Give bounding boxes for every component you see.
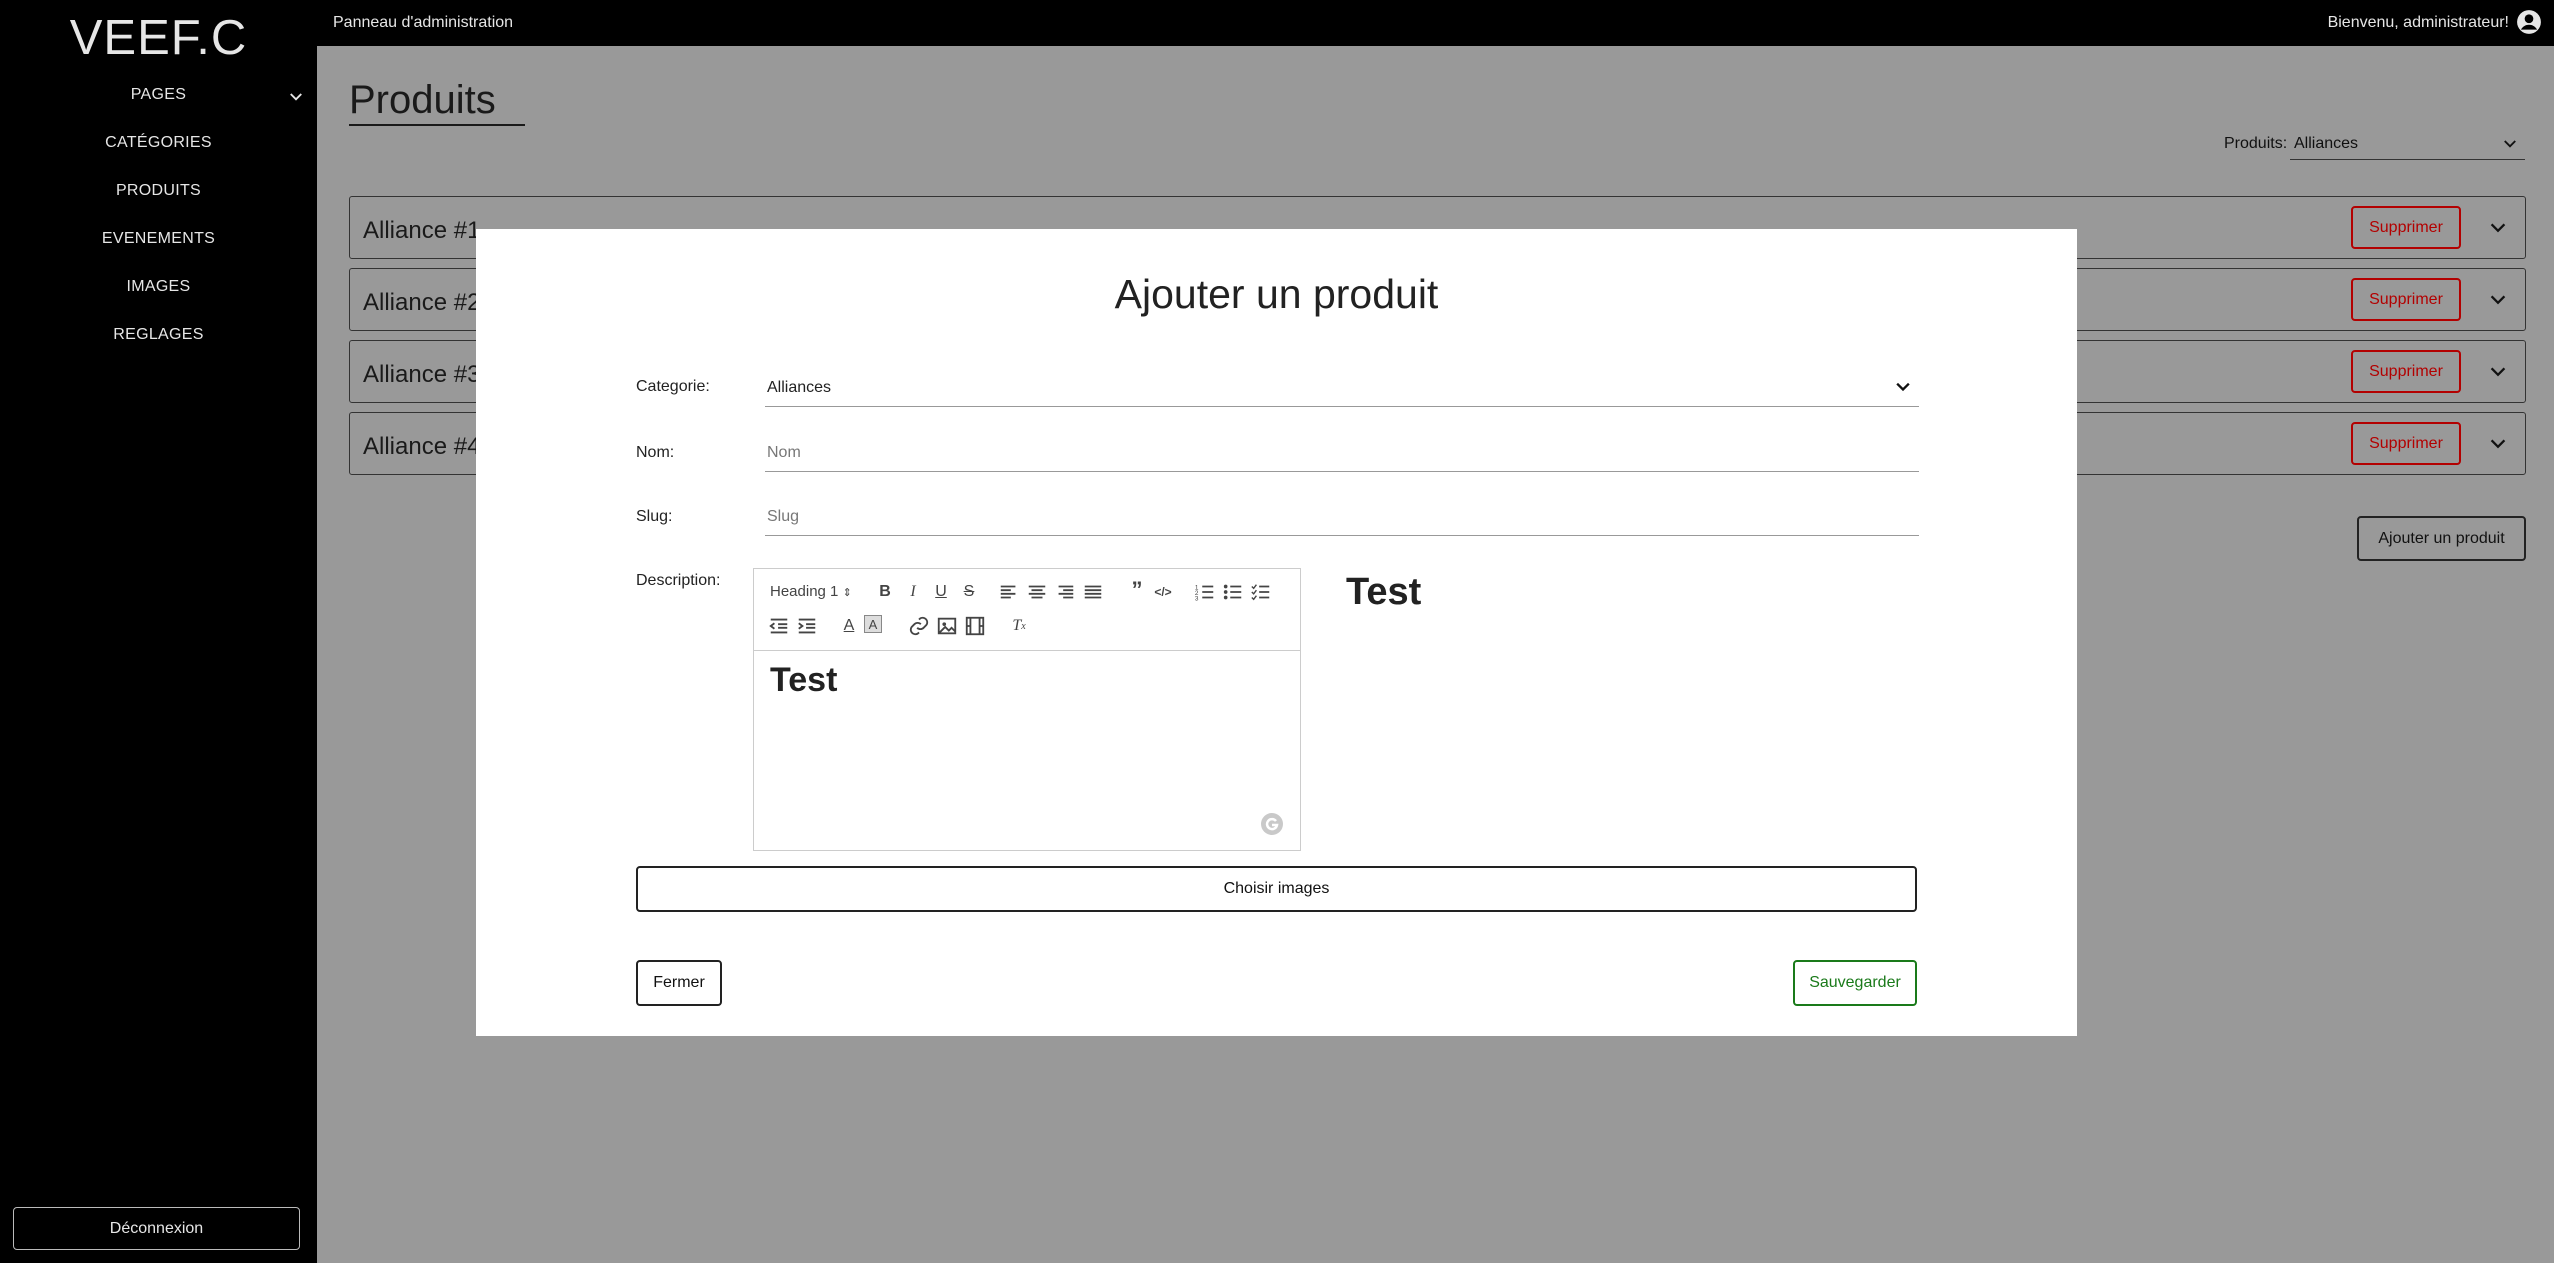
sidebar: VEEF.C PAGES CATÉGORIES PRODUITS EVENEME…	[0, 0, 317, 1263]
sidebar-item-label: EVENEMENTS	[101, 230, 216, 247]
bold-icon[interactable]: B	[874, 581, 896, 603]
align-left-icon[interactable]	[998, 581, 1020, 603]
topbar-title: Panneau d'administration	[333, 14, 514, 31]
description-label: Description:	[636, 572, 721, 589]
sidebar-item-images[interactable]: IMAGES	[0, 278, 317, 296]
heading-select[interactable]: Heading 1 ⇕	[770, 583, 852, 600]
filter-label: Produits:	[2224, 135, 2288, 152]
bullet-list-icon[interactable]	[1222, 581, 1244, 603]
save-button[interactable]: Sauvegarder	[1793, 960, 1917, 1006]
logo: VEEF.C	[69, 11, 248, 65]
strikethrough-icon[interactable]: S	[958, 581, 980, 603]
slug-input[interactable]: Slug	[765, 496, 1919, 536]
modal-title: Ajouter un produit	[1114, 271, 1439, 317]
checklist-icon[interactable]	[1250, 581, 1272, 603]
name-label: Nom:	[636, 444, 675, 461]
sidebar-item-products[interactable]: PRODUITS	[0, 182, 317, 200]
sidebar-item-label: PRODUITS	[115, 182, 202, 199]
delete-button[interactable]: Supprimer	[2351, 350, 2461, 393]
text-color-icon[interactable]: A	[838, 615, 860, 637]
topbar: Panneau d'administration Bienvenu, admin…	[317, 0, 2554, 46]
chevron-down-icon[interactable]	[2487, 217, 2509, 239]
chevron-down-icon[interactable]	[2487, 289, 2509, 311]
chevron-down-icon[interactable]	[2487, 433, 2509, 455]
category-select[interactable]: Alliances	[765, 367, 1919, 407]
sidebar-item-label: CATÉGORIES	[105, 134, 212, 151]
link-icon[interactable]	[908, 615, 930, 637]
add-product-modal: Ajouter un produit Categorie: Alliances …	[476, 229, 2077, 1036]
code-icon[interactable]: </>	[1152, 581, 1174, 603]
heading-select-value: Heading 1	[770, 583, 839, 600]
delete-button[interactable]: Supprimer	[2351, 422, 2461, 465]
chevron-down-icon	[1896, 382, 1910, 392]
title-underline	[349, 124, 525, 126]
clear-format-icon[interactable]: Tx	[1008, 615, 1030, 637]
ordered-list-icon[interactable]: 123	[1194, 581, 1216, 603]
highlight-color-icon[interactable]: A	[864, 615, 882, 633]
product-name: Alliance #1	[363, 217, 481, 244]
close-button[interactable]: Fermer	[636, 960, 722, 1006]
filter-value: Alliances	[2294, 135, 2359, 152]
user-circle-icon[interactable]	[2516, 9, 2542, 35]
page-title: Produits	[349, 78, 496, 122]
product-filter-select[interactable]: Alliances	[2290, 128, 2525, 160]
category-value: Alliances	[767, 379, 832, 396]
slug-label: Slug:	[636, 508, 673, 525]
blockquote-icon[interactable]: ”	[1126, 577, 1148, 602]
category-label: Categorie:	[636, 378, 710, 395]
product-name: Alliance #2	[363, 289, 481, 316]
delete-button[interactable]: Supprimer	[2351, 278, 2461, 321]
video-icon[interactable]	[964, 615, 986, 637]
rich-text-editor[interactable]: Heading 1 ⇕ B I U S ” </> 123 A A Tx Tes…	[753, 568, 1301, 851]
image-icon[interactable]	[936, 615, 958, 637]
indent-icon[interactable]	[796, 615, 818, 637]
underline-icon[interactable]: U	[930, 581, 952, 603]
chevron-down-icon[interactable]	[2487, 361, 2509, 383]
sidebar-item-pages[interactable]: PAGES	[0, 86, 317, 104]
chevron-down-icon	[2504, 140, 2516, 148]
sidebar-item-categories[interactable]: CATÉGORIES	[0, 134, 317, 152]
align-center-icon[interactable]	[1026, 581, 1048, 603]
chevron-down-icon	[290, 93, 302, 101]
name-input[interactable]: Nom	[765, 432, 1919, 472]
align-right-icon[interactable]	[1054, 581, 1076, 603]
sidebar-item-label: REGLAGES	[113, 326, 204, 343]
editor-content[interactable]: Test	[754, 651, 1300, 710]
svg-text:3: 3	[1195, 595, 1199, 602]
sidebar-item-events[interactable]: EVENEMENTS	[0, 230, 317, 248]
grammarly-icon[interactable]	[1260, 812, 1284, 836]
description-preview: Test	[1346, 571, 1422, 613]
product-name: Alliance #4	[363, 433, 481, 460]
add-product-button[interactable]: Ajouter un produit	[2357, 516, 2526, 561]
welcome-text: Bienvenu, administrateur!	[2327, 14, 2509, 31]
delete-button[interactable]: Supprimer	[2351, 206, 2461, 249]
logout-button[interactable]: Déconnexion	[13, 1207, 300, 1250]
editor-toolbar: Heading 1 ⇕ B I U S ” </> 123 A A Tx	[754, 569, 1300, 651]
choose-images-button[interactable]: Choisir images	[636, 866, 1917, 912]
italic-icon[interactable]: I	[902, 581, 924, 603]
product-name: Alliance #3	[363, 361, 481, 388]
outdent-icon[interactable]	[768, 615, 790, 637]
sidebar-item-label: IMAGES	[126, 278, 191, 295]
align-justify-icon[interactable]	[1082, 581, 1104, 603]
editor-heading: Test	[770, 661, 838, 699]
sidebar-item-label: PAGES	[130, 86, 187, 103]
sidebar-item-settings[interactable]: REGLAGES	[0, 326, 317, 344]
